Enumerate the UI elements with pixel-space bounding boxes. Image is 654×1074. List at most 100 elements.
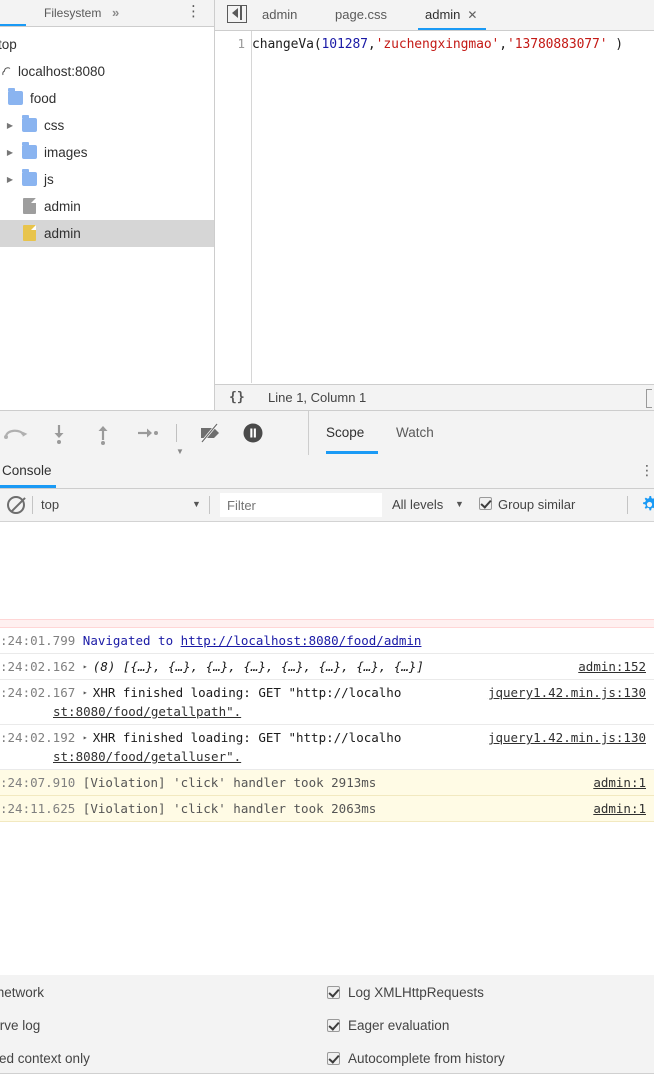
tree-item-js[interactable]: ▶ js [0, 166, 214, 193]
step-over-icon[interactable] [134, 420, 160, 446]
chevrons-right-icon[interactable]: » [112, 0, 119, 26]
message-source-link[interactable]: admin:1 [593, 773, 646, 792]
more-vertical-icon[interactable]: ⋮ [186, 0, 201, 26]
disclosure-triangle-icon[interactable]: ▸ [83, 683, 93, 702]
message-timestamp: :24:02.162 [0, 659, 76, 674]
editor-tab-admin-1[interactable]: admin [262, 0, 297, 30]
console-message-xhr-getallpath[interactable]: :24:02.167 ▸ XHR finished loading: GET "h… [0, 680, 654, 725]
code-token-string: 'zuchengxingmao' [375, 37, 500, 52]
show-navigator-icon[interactable] [227, 5, 247, 23]
tab-scope[interactable]: Scope [326, 419, 364, 447]
disclosure-triangle-icon[interactable]: ▸ [83, 728, 93, 747]
chevron-down-icon[interactable]: ▼ [192, 489, 201, 520]
message-timestamp: :24:11.625 [0, 801, 76, 816]
code-token: , [367, 37, 376, 52]
tree-item-top[interactable]: top [0, 31, 214, 58]
tab-watch[interactable]: Watch [396, 419, 434, 447]
close-icon[interactable]: ✕ [467, 8, 477, 22]
console-message-list[interactable]: :24:01.799 Navigated to http://localhost… [0, 619, 654, 828]
setting-log-xhr-label[interactable]: Log XMLHttpRequests [348, 985, 484, 1000]
console-message-array[interactable]: :24:02.162 ▸ (8) [{…}, {…}, {…}, {…}, {…}… [0, 654, 654, 680]
chevron-right-icon[interactable]: ▶ [4, 112, 16, 139]
disclosure-triangle-icon[interactable]: ▸ [83, 657, 93, 676]
tree-item-label: localhost:8080 [18, 64, 106, 79]
sidebar-toggle-icon[interactable] [646, 389, 652, 408]
pause-on-exceptions-icon[interactable] [240, 420, 266, 446]
group-similar-checkbox[interactable] [479, 497, 492, 510]
toolbar-divider [209, 496, 210, 514]
toolbar-divider [627, 496, 628, 514]
more-vertical-icon[interactable]: ⋮ [640, 455, 654, 488]
setting-log-xhr-checkbox[interactable] [327, 986, 341, 1000]
pretty-print-icon[interactable]: {} [229, 385, 245, 410]
console-message-xhr-getalluser[interactable]: :24:02.192 ▸ XHR finished loading: GET "h… [0, 725, 654, 770]
editor-gutter[interactable]: 1 [215, 31, 252, 383]
setting-hide-network-label[interactable]: de network [0, 985, 44, 1000]
setting-eager-eval-checkbox[interactable] [327, 1019, 341, 1033]
message-source-link[interactable]: jquery1.42.min.js:130 [488, 728, 646, 747]
chevron-down-icon[interactable]: ▼ [455, 489, 464, 520]
toolbar-divider [176, 424, 177, 442]
cloud-icon [2, 67, 11, 76]
folder-icon [22, 115, 37, 132]
filter-input[interactable] [221, 494, 381, 516]
tree-item-admin-selected[interactable]: admin [0, 220, 214, 247]
resume-script-icon[interactable] [2, 420, 28, 446]
debugger-controls: ▼ [0, 411, 309, 456]
tab-console[interactable]: Console [2, 455, 52, 488]
setting-autocomplete-label[interactable]: Autocomplete from history [348, 1051, 505, 1066]
code-line[interactable]: changeVa(101287,'zuchengxingmao','137808… [252, 36, 654, 54]
devtools-window: Filesystem » ⋮ top localhost:8080 food [0, 0, 654, 1074]
console-message-navigated[interactable]: :24:01.799 Navigated to http://localhost… [0, 628, 654, 654]
console-drawer: Console ⋮ top ▼ All levels ▼ Group simil… [0, 455, 654, 1074]
tree-item-food[interactable]: food [0, 85, 214, 112]
chevron-right-icon[interactable]: ▶ [4, 139, 16, 166]
cursor-position: Line 1, Column 1 [268, 390, 367, 405]
console-message-error-clipped[interactable] [0, 619, 654, 628]
message-link[interactable]: http://localhost:8080/food/admin [181, 633, 422, 648]
editor-tab-admin-2[interactable]: admin ✕ [425, 0, 477, 30]
setting-preserve-log-label[interactable]: eserve log [0, 1018, 40, 1033]
editor-tabbar: admin page.css admin ✕ [215, 0, 654, 31]
message-text: [Violation] 'click' handler took 2063ms [82, 801, 377, 816]
filter-input-wrap[interactable] [220, 493, 382, 517]
debugger-toolbar-row: ▼ Scope Watch [0, 410, 654, 456]
console-message-violation-1[interactable]: :24:07.910 [Violation] 'click' handler t… [0, 770, 654, 796]
console-message-violation-2[interactable]: :24:11.625 [Violation] 'click' handler t… [0, 796, 654, 822]
message-text: XHR finished loading: GET "http://localh… [92, 685, 402, 700]
message-timestamp: :24:02.167 [0, 685, 76, 700]
editor-tab-accent [418, 28, 486, 30]
folder-icon [8, 88, 23, 105]
navigator-tab-accent [0, 24, 26, 26]
message-source-link[interactable]: admin:1 [593, 799, 646, 818]
sources-panel: Filesystem » ⋮ top localhost:8080 food [0, 0, 654, 410]
console-toolbar: top ▼ All levels ▼ Group similar [0, 489, 654, 522]
debugger-sidebar-tabs: Scope Watch [310, 411, 654, 455]
setting-selected-context-label[interactable]: lected context only [0, 1051, 90, 1066]
setting-autocomplete-checkbox[interactable] [327, 1052, 341, 1066]
context-selector[interactable]: top [41, 489, 59, 520]
message-source-link[interactable]: admin:152 [578, 657, 646, 676]
tree-item-admin-file[interactable]: admin [0, 193, 214, 220]
message-text: [{…}, {…}, {…}, {…}, {…}, {…}, {…}, {…}] [122, 659, 424, 674]
message-text-continued: st:8080/food/getallpath". [53, 704, 242, 719]
step-out-icon[interactable] [90, 420, 116, 446]
editor-body[interactable]: 1 changeVa(101287,'zuchengxingmao','1378… [215, 31, 654, 383]
message-source-link[interactable]: jquery1.42.min.js:130 [488, 683, 646, 702]
setting-eager-eval-label[interactable]: Eager evaluation [348, 1018, 449, 1033]
message-text: [Violation] 'click' handler took 2913ms [82, 775, 377, 790]
deactivate-breakpoints-icon[interactable] [196, 420, 222, 446]
tree-item-css[interactable]: ▶ css [0, 112, 214, 139]
clear-console-icon[interactable] [7, 496, 25, 514]
message-text: Navigated to [82, 633, 181, 648]
navigator-tab-filesystem[interactable]: Filesystem [44, 0, 101, 26]
tree-item-label: js [44, 172, 54, 187]
tree-item-origin[interactable]: localhost:8080 [0, 58, 214, 85]
step-into-icon[interactable] [46, 420, 72, 446]
gear-icon[interactable] [641, 496, 654, 513]
editor-tab-page-css[interactable]: page.css [335, 0, 387, 30]
chevron-right-icon[interactable]: ▶ [4, 166, 16, 193]
console-tab-accent [0, 485, 56, 488]
log-levels-selector[interactable]: All levels [392, 489, 443, 520]
tree-item-images[interactable]: ▶ images [0, 139, 214, 166]
